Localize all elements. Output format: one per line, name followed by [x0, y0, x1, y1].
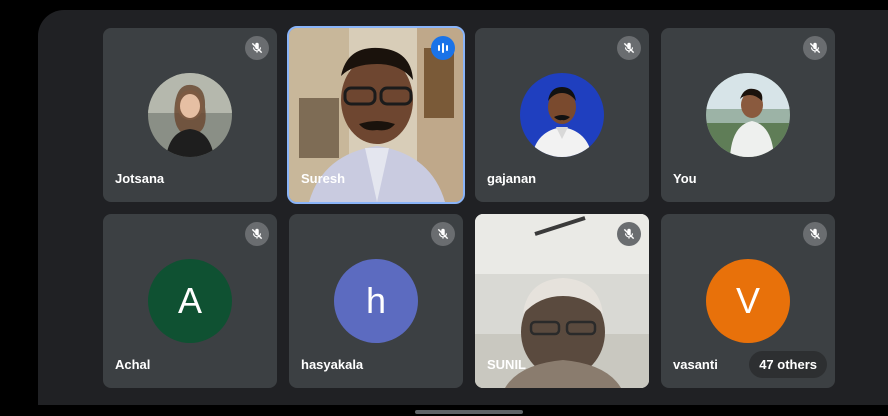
mic-off-icon — [245, 36, 269, 60]
avatar-letter: A — [148, 259, 232, 343]
avatar-letter: V — [706, 259, 790, 343]
mic-off-icon — [431, 222, 455, 246]
mic-off-icon — [617, 36, 641, 60]
home-indicator[interactable] — [415, 410, 523, 414]
participant-tile-hasyakala[interactable]: h hasyakala — [289, 214, 463, 388]
participant-tile-jotsana[interactable]: Jotsana — [103, 28, 277, 202]
avatar-photo — [706, 73, 790, 157]
avatar-letter: h — [334, 259, 418, 343]
participant-tile-gajanan[interactable]: gajanan — [475, 28, 649, 202]
participant-tile-achal[interactable]: A Achal — [103, 214, 277, 388]
avatar-photo — [148, 73, 232, 157]
others-count-button[interactable]: 47 others — [749, 351, 827, 378]
participant-name: vasanti — [673, 357, 718, 372]
participant-name: Jotsana — [115, 171, 165, 186]
mic-off-icon — [245, 222, 269, 246]
meeting-grid: Jotsana Suresh gajanan You A Achal h has… — [38, 10, 888, 405]
audio-level-icon — [431, 36, 455, 60]
mic-off-icon — [617, 222, 641, 246]
participant-tile-vasanti[interactable]: V vasanti 47 others — [661, 214, 835, 388]
participant-tile-sunil[interactable]: SUNIL — [475, 214, 649, 388]
avatar-photo — [520, 73, 604, 157]
participant-name: hasyakala — [301, 357, 364, 372]
mic-off-icon — [803, 36, 827, 60]
participant-tile-you[interactable]: You — [661, 28, 835, 202]
participant-name: Achal — [115, 357, 151, 372]
participant-tile-suresh[interactable]: Suresh — [287, 26, 465, 204]
participant-name: gajanan — [487, 171, 537, 186]
participant-name: Suresh — [301, 171, 346, 186]
mic-off-icon — [803, 222, 827, 246]
participant-name: You — [673, 171, 697, 186]
participant-name: SUNIL — [487, 357, 526, 372]
